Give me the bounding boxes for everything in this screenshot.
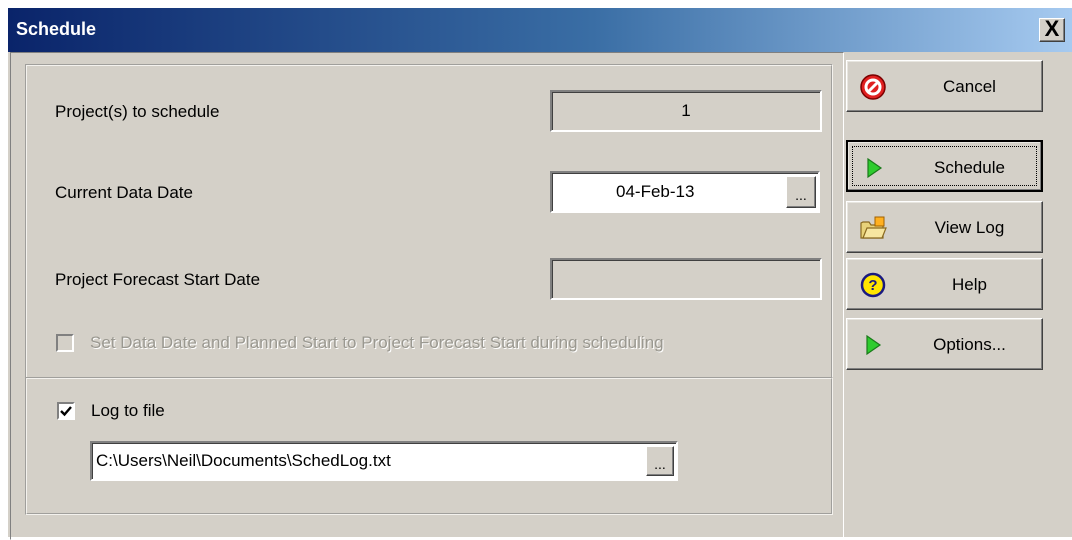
projects-count-field: 1 xyxy=(550,90,822,132)
data-date-picker-button[interactable]: ... xyxy=(786,176,816,208)
window-title: Schedule xyxy=(16,19,97,39)
view-log-label: View Log xyxy=(934,218,1005,237)
close-button[interactable]: X xyxy=(1039,18,1065,42)
set-data-date-label: Set Data Date and Planned Start to Proje… xyxy=(90,333,664,352)
log-path-input[interactable]: C:\Users\Neil\Documents\SchedLog.txt xyxy=(90,441,678,481)
log-to-file-checkbox[interactable] xyxy=(57,402,75,420)
help-label: Help xyxy=(952,275,987,294)
play-icon xyxy=(867,157,883,179)
folder-icon xyxy=(860,216,887,239)
help-icon: ? xyxy=(860,272,886,298)
svg-text:?: ? xyxy=(868,277,877,294)
data-date-field[interactable]: 04-Feb-13 xyxy=(550,171,820,213)
cancel-button[interactable]: Cancel xyxy=(846,60,1043,112)
set-data-date-checkbox[interactable] xyxy=(56,334,74,352)
title-bar[interactable]: Schedule X xyxy=(8,8,1072,52)
cancel-icon xyxy=(860,74,886,100)
play-icon xyxy=(866,334,882,356)
current-data-date-label: Current Data Date xyxy=(55,183,193,202)
forecast-start-date-field xyxy=(550,258,822,300)
checkmark-icon xyxy=(60,406,72,417)
log-to-file-label: Log to file xyxy=(91,401,165,420)
help-button[interactable]: ? Help xyxy=(846,258,1043,310)
view-log-button[interactable]: View Log xyxy=(846,201,1043,253)
schedule-label: Schedule xyxy=(934,158,1005,177)
projects-to-schedule-label: Project(s) to schedule xyxy=(55,102,220,121)
data-date-value: 04-Feb-13 xyxy=(616,182,695,201)
forecast-start-date-label: Project Forecast Start Date xyxy=(55,270,261,289)
log-path-value: C:\Users\Neil\Documents\SchedLog.txt xyxy=(96,451,391,470)
log-path-browse-button[interactable]: ... xyxy=(646,446,674,476)
schedule-button[interactable]: Schedule xyxy=(846,140,1043,192)
options-label: Options... xyxy=(933,335,1006,354)
options-button[interactable]: Options... xyxy=(846,318,1043,370)
cancel-label: Cancel xyxy=(943,77,996,96)
